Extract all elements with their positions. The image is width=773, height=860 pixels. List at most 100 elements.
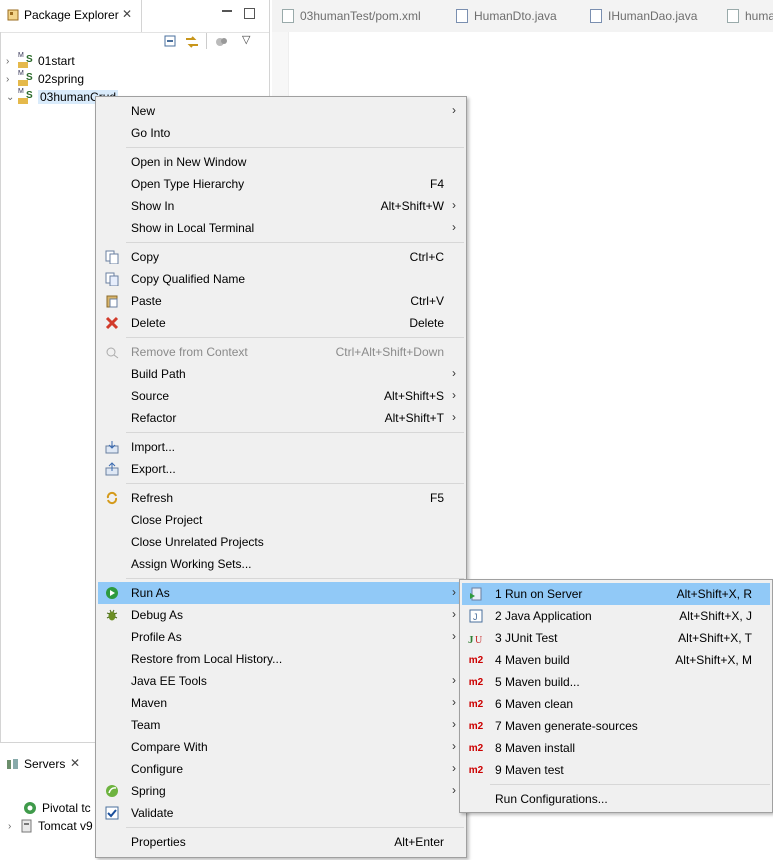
menu-item-show-in[interactable]: Show In Alt+Shift+W ›	[98, 195, 464, 217]
menu-item-import[interactable]: Import...	[98, 436, 464, 458]
menu-item-close-project[interactable]: Close Project	[98, 509, 464, 531]
server-name: Tomcat v9	[38, 819, 93, 833]
svg-text:J: J	[468, 634, 474, 645]
menu-item-open-type-hierarchy[interactable]: Open Type Hierarchy F4	[98, 173, 464, 195]
editor-tab[interactable]: HumanDto.java	[456, 0, 557, 32]
minimize-icon[interactable]	[222, 6, 232, 16]
tree-item-project[interactable]: › MS 01start	[6, 52, 75, 70]
menu-item-6-maven-clean[interactable]: m2 6 Maven clean	[462, 693, 770, 715]
menu-item-refresh[interactable]: Refresh F5	[98, 487, 464, 509]
servers-tab[interactable]: Servers ✕	[0, 750, 96, 778]
package-explorer-title: Package Explorer	[24, 8, 119, 22]
menu-item-build-path[interactable]: Build Path ›	[98, 363, 464, 385]
menu-item-4-maven-build[interactable]: m2 4 Maven build Alt+Shift+X, M	[462, 649, 770, 671]
delete-icon	[104, 315, 120, 331]
maven-icon: m2	[468, 654, 484, 666]
menu-item-profile-as[interactable]: Profile As ›	[98, 626, 464, 648]
menu-item-label: Show in Local Terminal	[131, 221, 255, 235]
menu-item-restore-from-local-history[interactable]: Restore from Local History...	[98, 648, 464, 670]
editor-tab[interactable]: IHumanDao.java	[590, 0, 697, 32]
chevron-right-icon[interactable]: ›	[8, 821, 20, 832]
menu-item-new[interactable]: New ›	[98, 100, 464, 122]
menu-item-source[interactable]: Source Alt+Shift+S ›	[98, 385, 464, 407]
menu-item-close-unrelated-projects[interactable]: Close Unrelated Projects	[98, 531, 464, 553]
toolbar-divider	[206, 33, 207, 49]
menu-item-open-in-new-window[interactable]: Open in New Window	[98, 151, 464, 173]
run-as-submenu: 1 Run on Server Alt+Shift+X, R J 2 Java App…	[459, 579, 773, 813]
menu-item-label: Java EE Tools	[131, 674, 207, 688]
menu-item-9-maven-test[interactable]: m2 9 Maven test	[462, 759, 770, 781]
menu-item-label: Open in New Window	[131, 155, 247, 169]
package-explorer-tab[interactable]: Package Explorer ✕	[0, 0, 142, 32]
menu-item-8-maven-install[interactable]: m2 8 Maven install	[462, 737, 770, 759]
close-icon[interactable]: ✕	[70, 756, 80, 770]
menu-item-shortcut: Alt+Shift+X, T	[678, 631, 752, 645]
menu-item-go-into[interactable]: Go Into	[98, 122, 464, 144]
menu-item-run-as[interactable]: Run As ›	[98, 582, 464, 604]
menu-item-assign-working-sets[interactable]: Assign Working Sets...	[98, 553, 464, 575]
menu-item-copy[interactable]: Copy Ctrl+C	[98, 246, 464, 268]
editor-tab[interactable]: huma	[727, 0, 773, 32]
menu-item-configure[interactable]: Configure ›	[98, 758, 464, 780]
menu-item-2-java-application[interactable]: J 2 Java Application Alt+Shift+X, J	[462, 605, 770, 627]
collapse-all-icon[interactable]	[164, 35, 178, 49]
menu-item-run-configurations[interactable]: Run Configurations...	[462, 788, 770, 810]
link-with-editor-icon[interactable]	[184, 35, 200, 49]
menu-item-validate[interactable]: Validate	[98, 802, 464, 824]
menu-item-delete[interactable]: Delete Delete	[98, 312, 464, 334]
menu-item-remove-from-context[interactable]: Remove from Context Ctrl+Alt+Shift+Down	[98, 341, 464, 363]
menu-item-debug-as[interactable]: Debug As ›	[98, 604, 464, 626]
menu-item-paste[interactable]: Paste Ctrl+V	[98, 290, 464, 312]
menu-separator	[126, 242, 464, 243]
maximize-icon[interactable]	[244, 8, 255, 19]
menu-item-java-ee-tools[interactable]: Java EE Tools ›	[98, 670, 464, 692]
menu-item-copy-qualified-name[interactable]: Copy Qualified Name	[98, 268, 464, 290]
menu-item-spring[interactable]: Spring ›	[98, 780, 464, 802]
menu-item-properties[interactable]: Properties Alt+Enter	[98, 831, 464, 853]
menu-separator	[490, 784, 770, 785]
chevron-right-icon[interactable]: ›	[6, 56, 18, 67]
menu-item-label: Show In	[131, 199, 175, 213]
chevron-right-icon: ›	[452, 366, 456, 380]
menu-item-3-junit-test[interactable]: JU 3 JUnit Test Alt+Shift+X, T	[462, 627, 770, 649]
menu-item-label: 3 JUnit Test	[495, 631, 558, 645]
menu-item-label: Close Project	[131, 513, 203, 527]
menu-item-label: Configure	[131, 762, 184, 776]
menu-item-label: Spring	[131, 784, 166, 798]
editor-tab[interactable]: 03humanTest/pom.xml	[282, 0, 421, 32]
chevron-down-icon[interactable]: ⌄	[6, 92, 18, 103]
maven-icon: m2	[468, 698, 484, 710]
menu-item-label: Restore from Local History...	[131, 652, 283, 666]
tree-item-project[interactable]: › MS 02spring	[6, 70, 84, 88]
chevron-right-icon: ›	[452, 585, 456, 599]
package-explorer-toolbar: ▽	[158, 32, 268, 52]
menu-item-1-run-on-server[interactable]: 1 Run on Server Alt+Shift+X, R	[462, 583, 770, 605]
menu-item-team[interactable]: Team ›	[98, 714, 464, 736]
view-menu-icon[interactable]: ▽	[242, 33, 250, 46]
menu-item-maven[interactable]: Maven ›	[98, 692, 464, 714]
server-item[interactable]: Pivotal tc	[22, 799, 91, 817]
menu-item-label: Remove from Context	[131, 345, 248, 359]
menu-item-shortcut: Delete	[409, 316, 444, 330]
menu-item-export[interactable]: Export...	[98, 458, 464, 480]
menu-item-compare-with[interactable]: Compare With ›	[98, 736, 464, 758]
context-menu: New › Go Into Open in New Window Open Type H…	[95, 96, 467, 858]
menu-item-shortcut: Alt+Shift+W	[380, 199, 444, 213]
menu-item-label: Export...	[131, 462, 176, 476]
menu-item-label: Compare With	[131, 740, 208, 754]
menu-item-7-maven-generate-sources[interactable]: m2 7 Maven generate-sources	[462, 715, 770, 737]
menu-item-show-in-local-terminal[interactable]: Show in Local Terminal ›	[98, 217, 464, 239]
chevron-right-icon: ›	[452, 717, 456, 731]
import-icon	[104, 439, 120, 455]
chevron-right-icon: ›	[452, 739, 456, 753]
xml-file-icon	[727, 9, 739, 23]
server-item[interactable]: › Tomcat v9	[8, 817, 93, 835]
menu-item-refactor[interactable]: Refactor Alt+Shift+T ›	[98, 407, 464, 429]
close-icon[interactable]: ✕	[122, 7, 132, 21]
menu-item-5-maven-build[interactable]: m2 5 Maven build...	[462, 671, 770, 693]
editor-tab-label: HumanDto.java	[474, 9, 557, 23]
menu-item-shortcut: Alt+Shift+T	[384, 411, 444, 425]
chevron-right-icon[interactable]: ›	[6, 74, 18, 85]
chevron-right-icon: ›	[452, 607, 456, 621]
focus-task-icon[interactable]	[214, 35, 230, 49]
